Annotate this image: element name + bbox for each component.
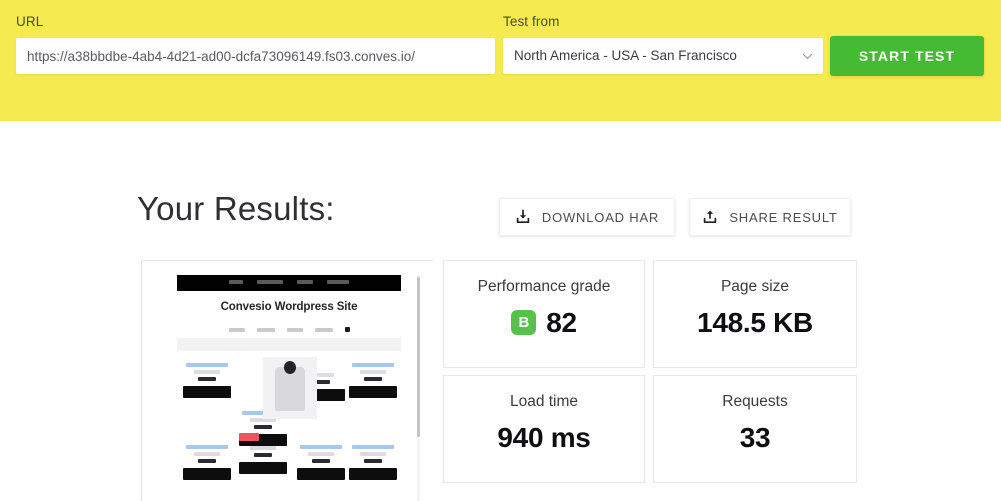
start-test-button[interactable]: START TEST [830,36,984,76]
page-size-card: Page size 148.5 KB [653,260,857,368]
mini-product [183,445,231,480]
share-result-button[interactable]: SHARE RESULT [689,198,851,236]
site-screenshot-card[interactable]: Convesio Wordpress Site [141,260,433,501]
requests-value: 33 [739,421,771,453]
performance-grade-value-row: B 82 [444,306,644,338]
mini-product [183,363,231,398]
mini-site-title: Convesio Wordpress Site [220,301,358,313]
mini-site-nav-items [229,280,349,284]
load-time-label: Load time [509,393,579,410]
page-size-label: Page size [720,278,790,295]
mini-product [239,433,287,474]
requests-card: Requests 33 [653,375,857,483]
grade-badge: B [511,310,537,335]
page-title: Your Results: [137,190,335,227]
mini-product [349,363,397,398]
thumbnail-scrollbar-thumb[interactable] [417,277,420,437]
load-time-card: Load time 940 ms [443,375,645,483]
download-har-label: DOWNLOAD HAR [541,209,660,225]
mini-hero-product-image [263,357,317,419]
download-icon [515,209,531,225]
results-header: Your Results: DOWNLOAD HAR SHARE RESULT [137,190,857,246]
mini-site-band [177,338,401,351]
mini-product-row [177,433,401,501]
url-input[interactable] [16,38,495,74]
mini-site-navbar [177,275,401,291]
performance-grade-score: 82 [546,306,577,338]
chevron-down-icon [802,51,813,62]
test-from-label: Test from [503,14,560,29]
download-har-button[interactable]: DOWNLOAD HAR [499,198,675,236]
requests-label: Requests [722,393,788,410]
mini-product [297,445,345,480]
share-result-label: SHARE RESULT [729,209,838,225]
test-location-selected-value: North America - USA - San Francisco [514,48,737,63]
mini-product [349,445,397,480]
mini-sale-badge [239,433,259,441]
performance-grade-label: Performance grade [477,278,611,295]
share-upload-icon [702,209,718,225]
performance-grade-card: Performance grade B 82 [443,260,645,368]
speed-test-bar: URL Test from North America - USA - San … [0,0,1001,121]
site-screenshot-viewport: Convesio Wordpress Site [142,261,433,501]
test-location-select[interactable]: North America - USA - San Francisco [503,38,823,74]
load-time-value: 940 ms [497,421,591,453]
mini-site-render: Convesio Wordpress Site [177,275,419,501]
mini-site-subnav [177,327,401,332]
url-field-label: URL [16,14,44,29]
page-size-value: 148.5 KB [697,306,813,338]
